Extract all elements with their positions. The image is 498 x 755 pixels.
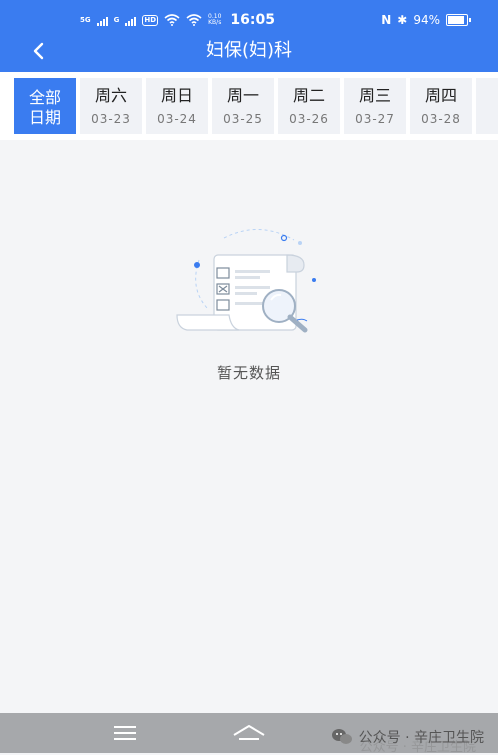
net-speed: 0.10 KB/s <box>208 14 221 26</box>
date-tab-date: 03-28 <box>421 111 461 126</box>
date-filter-bar: 全部 日期 周六 03-23 周日 03-24 周一 03-25 周二 03-2… <box>0 72 498 140</box>
date-tab-sat[interactable]: 周六 03-23 <box>80 78 142 134</box>
date-tab-date: 03-23 <box>91 111 131 126</box>
clock: 16:05 <box>230 12 275 28</box>
signal-icon <box>96 14 108 26</box>
date-tab-date: 03-26 <box>289 111 329 126</box>
date-tab-name: 周一 <box>226 85 259 105</box>
date-tab-all[interactable]: 全部 日期 <box>14 78 76 134</box>
date-tab-name: 周四 <box>424 85 457 105</box>
menu-line <box>114 732 136 734</box>
date-tab-name: 周三 <box>358 85 391 105</box>
date-tab-date: 03-24 <box>157 111 197 126</box>
signal-icon-2 <box>125 14 137 26</box>
watermark: 公众号 · 辛庄卫生院 <box>331 727 484 747</box>
nfc-icon: N <box>381 13 392 27</box>
date-tab-name: 全部 <box>28 88 61 107</box>
date-tab-thu[interactable]: 周四 03-28 <box>410 78 472 134</box>
empty-state: 暂无数据 <box>0 220 498 383</box>
date-tab-tue[interactable]: 周二 03-26 <box>278 78 340 134</box>
system-nav-bar: 公众号 · 辛庄卫生院 公众号 · 辛庄卫生院 <box>0 713 498 755</box>
wifi-icon-2 <box>186 14 202 26</box>
date-tab-name: 周日 <box>160 85 193 105</box>
date-tab-mon[interactable]: 周一 03-25 <box>212 78 274 134</box>
battery-icon <box>446 14 471 26</box>
date-tabs: 全部 日期 周六 03-23 周日 03-24 周一 03-25 周二 03-2… <box>14 78 498 134</box>
watermark-text: 公众号 · 辛庄卫生院 <box>358 730 484 746</box>
date-tab-name: 周二 <box>292 85 325 105</box>
home-icon <box>233 725 265 740</box>
date-tab-date: 日期 <box>28 108 61 127</box>
wechat-icon <box>331 729 352 744</box>
network-type-2: G <box>113 15 120 24</box>
network-type: 5G <box>80 15 91 24</box>
bluetooth-icon: ✱ <box>397 13 408 27</box>
page-title: 妇保(妇)科 <box>205 40 293 61</box>
status-bar: 5G G HD 0.10 KB/s 16:05 N ✱ 94% <box>0 0 498 40</box>
status-left: 5G G HD 0.10 KB/s 16:05 <box>80 10 275 30</box>
app-header: 5G G HD 0.10 KB/s 16:05 N ✱ 94% 妇保(妇)科 <box>0 0 498 72</box>
hd-icon: HD <box>142 14 159 26</box>
menu-line <box>114 738 136 740</box>
date-tab-name: 周六 <box>94 85 127 105</box>
date-tab-date: 03-27 <box>355 111 395 126</box>
empty-state-text: 暂无数据 <box>216 364 281 382</box>
menu-button[interactable] <box>114 726 136 740</box>
menu-line <box>114 726 136 728</box>
wifi-icon <box>164 14 180 26</box>
date-tab-date: 03-25 <box>223 111 263 126</box>
date-tab-fri[interactable]: 周 <box>476 78 498 134</box>
empty-document-search-icon <box>176 229 316 333</box>
status-right: N ✱ 94% <box>381 10 471 30</box>
battery-percent: 94% <box>413 13 440 27</box>
date-tab-sun[interactable]: 周日 03-24 <box>146 78 208 134</box>
net-speed-unit: KB/s <box>208 19 222 26</box>
home-button[interactable] <box>232 723 266 747</box>
date-tab-wed[interactable]: 周三 03-27 <box>344 78 406 134</box>
